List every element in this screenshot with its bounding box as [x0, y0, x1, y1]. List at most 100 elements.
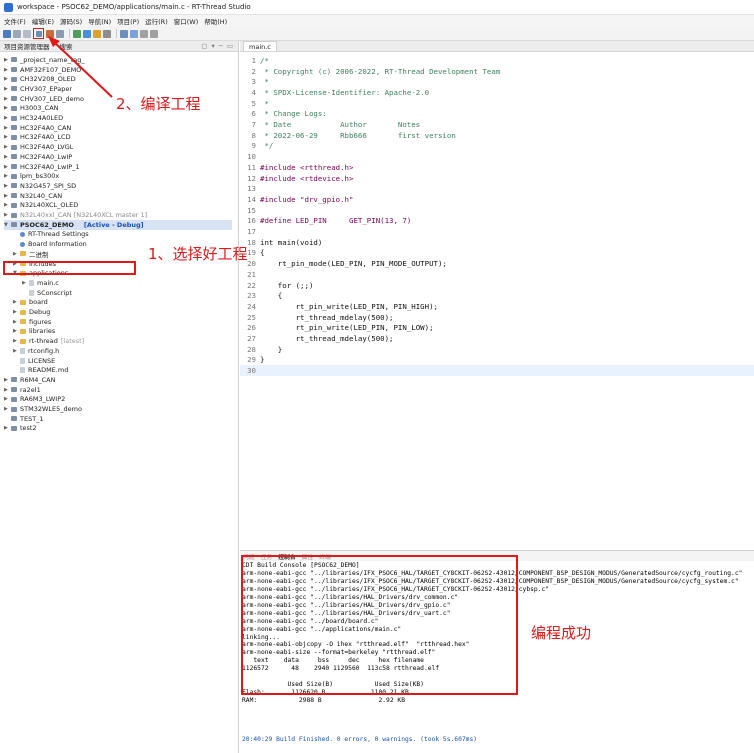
tree-item[interactable]: ▶ HC32F4A0_LwIP_1	[4, 162, 232, 172]
tree-item-label: N32L40xxl_CAN [N32L40XCL master 1]	[20, 211, 148, 220]
tree-item[interactable]: ▶ _project_name_tag_	[4, 55, 232, 65]
chevron-right-icon[interactable]: ▶	[13, 328, 20, 334]
tree-item[interactable]: ▶ HC324A0LED	[4, 113, 232, 123]
menu-item[interactable]: 编辑(E)	[32, 16, 54, 26]
chevron-right-icon[interactable]: ▶	[4, 377, 11, 383]
tree-item[interactable]: ▶ AMF32F107_DEMO	[4, 65, 232, 75]
chevron-right-icon[interactable]: ▶	[13, 309, 20, 315]
sdk-manager-icon[interactable]	[130, 29, 138, 38]
tree-item[interactable]: TEST_1	[4, 414, 232, 424]
chevron-right-icon[interactable]: ▶	[4, 125, 11, 131]
tree-item[interactable]: ▶ RA6M3_LWIP2	[4, 395, 232, 405]
tree-item[interactable]: ▶ libraries	[13, 327, 232, 337]
tree-item-label: RT-Thread Settings	[28, 230, 89, 239]
chevron-right-icon[interactable]: ▶	[4, 425, 11, 431]
download-icon[interactable]	[73, 29, 81, 38]
chevron-right-icon[interactable]: ▶	[4, 144, 11, 150]
chevron-right-icon[interactable]: ▶	[4, 202, 11, 208]
forward-icon[interactable]	[150, 29, 158, 38]
tree-item[interactable]: ▶ board	[13, 298, 232, 308]
debug-icon[interactable]	[83, 29, 91, 38]
tree-item[interactable]: ▶ HC32F4A0_LwIP	[4, 152, 232, 162]
tree-item[interactable]: ▶ Debug	[13, 307, 232, 317]
chevron-right-icon[interactable]: ▶	[4, 183, 11, 189]
chevron-right-icon[interactable]: ▶	[4, 67, 11, 73]
tab-search[interactable]: 搜索	[60, 41, 73, 51]
chevron-right-icon[interactable]: ▶	[4, 86, 11, 92]
chevron-right-icon[interactable]: ▶	[4, 406, 11, 412]
chevron-right-icon[interactable]: ▶	[13, 338, 20, 344]
tree-item[interactable]: ▶ rt-thread [latest]	[13, 336, 232, 346]
line-number: 16	[247, 216, 256, 226]
chevron-right-icon[interactable]: ▶	[4, 212, 11, 218]
console-output[interactable]: CDT Build Console [PSOC62_DEMO] arm-none-…	[240, 555, 754, 751]
tree-item[interactable]: ▶ test2	[4, 424, 232, 434]
chevron-right-icon[interactable]: ▶	[13, 348, 20, 354]
tree-item[interactable]: ▶ main.c	[22, 278, 232, 288]
menu-item[interactable]: 源码(S)	[60, 16, 82, 26]
chevron-down-icon[interactable]: ▼	[4, 222, 11, 228]
explorer-view-controls[interactable]: ▢ ▾ ─ ▭	[201, 42, 234, 50]
chevron-right-icon[interactable]: ▶	[4, 193, 11, 199]
chevron-right-icon[interactable]: ▶	[4, 154, 11, 160]
tree-item[interactable]: ▼ PSOC62_DEMO [Active - Debug]	[4, 219, 232, 230]
chevron-right-icon[interactable]: ▶	[4, 76, 11, 82]
build-button[interactable]	[33, 28, 44, 39]
tree-item[interactable]: README.md	[13, 365, 232, 375]
tree-item-label: N32L40XCL_OLED	[20, 201, 79, 210]
search-icon[interactable]	[103, 29, 111, 38]
menu-item[interactable]: 帮助(H)	[204, 16, 227, 26]
code-text: for (;;)	[260, 280, 314, 290]
tree-item[interactable]: ▶ N32L40xxl_CAN [N32L40XCL master 1]	[4, 210, 232, 220]
back-icon[interactable]	[140, 29, 148, 38]
project-icon	[11, 105, 17, 111]
project-icon	[11, 202, 17, 208]
chevron-right-icon[interactable]: ▶	[22, 280, 29, 286]
chevron-right-icon[interactable]: ▶	[4, 164, 11, 170]
chevron-right-icon[interactable]: ▶	[4, 105, 11, 111]
chevron-right-icon[interactable]: ▶	[13, 299, 20, 305]
new-icon[interactable]	[3, 29, 11, 38]
tree-item[interactable]: ▶ N32G457_SPI_SD	[4, 181, 232, 191]
tree-item[interactable]: ▶ figures	[13, 317, 232, 327]
chevron-right-icon[interactable]: ▶	[4, 387, 11, 393]
clean-icon[interactable]	[56, 29, 64, 38]
tree-item[interactable]: ▶ R6M4_CAN	[4, 375, 232, 385]
menu-item[interactable]: 项目(P)	[117, 16, 139, 26]
menu-item[interactable]: 文件(F)	[4, 16, 26, 26]
tree-item[interactable]: ▶ ra2el1	[4, 385, 232, 395]
tree-item[interactable]: ▶ CH32V208_OLED	[4, 74, 232, 84]
chevron-right-icon[interactable]: ▶	[4, 396, 11, 402]
terminal-icon[interactable]	[120, 29, 128, 38]
chevron-right-icon[interactable]: ▶	[13, 319, 20, 325]
tree-item[interactable]: SConscript	[22, 288, 232, 298]
tree-item[interactable]: ▶ N32L40XCL_OLED	[4, 201, 232, 211]
chevron-right-icon[interactable]: ▶	[13, 251, 20, 257]
tab-project-explorer[interactable]: 项目资源管理器	[4, 41, 50, 51]
tree-item[interactable]: ▶ N32L40_CAN	[4, 191, 232, 201]
save-all-icon[interactable]	[23, 29, 31, 38]
tree-item[interactable]: ▶ rtconfig.h	[13, 346, 232, 356]
tree-item[interactable]: ▶ HC32F4A0_CAN	[4, 123, 232, 133]
tree-item[interactable]: ▶ HC32F4A0_LCD	[4, 133, 232, 143]
line-number: 24	[247, 301, 256, 311]
chevron-right-icon[interactable]: ▶	[4, 115, 11, 121]
chevron-right-icon[interactable]: ▶	[4, 96, 11, 102]
line-number: 17	[247, 227, 256, 237]
menu-item[interactable]: 运行(R)	[145, 16, 168, 26]
settings-icon[interactable]	[93, 29, 101, 38]
code-text: {	[260, 291, 283, 301]
tree-item[interactable]: ▶ STM32WLE5_demo	[4, 404, 232, 414]
editor-tab-main-c[interactable]: main.c	[243, 41, 277, 51]
chevron-right-icon[interactable]: ▶	[4, 134, 11, 140]
tree-item[interactable]: RT-Thread Settings	[13, 230, 232, 240]
menu-item[interactable]: 窗口(W)	[174, 16, 199, 26]
tree-item[interactable]: ▶ lpm_bs300x	[4, 171, 232, 181]
save-icon[interactable]	[13, 29, 21, 38]
menu-item[interactable]: 导航(N)	[88, 16, 111, 26]
chevron-right-icon[interactable]: ▶	[4, 57, 11, 63]
rebuild-icon[interactable]	[46, 29, 54, 38]
chevron-right-icon[interactable]: ▶	[4, 173, 11, 179]
tree-item[interactable]: ▶ HC32F4A0_LVGL	[4, 142, 232, 152]
tree-item[interactable]: LICENSE	[13, 356, 232, 366]
